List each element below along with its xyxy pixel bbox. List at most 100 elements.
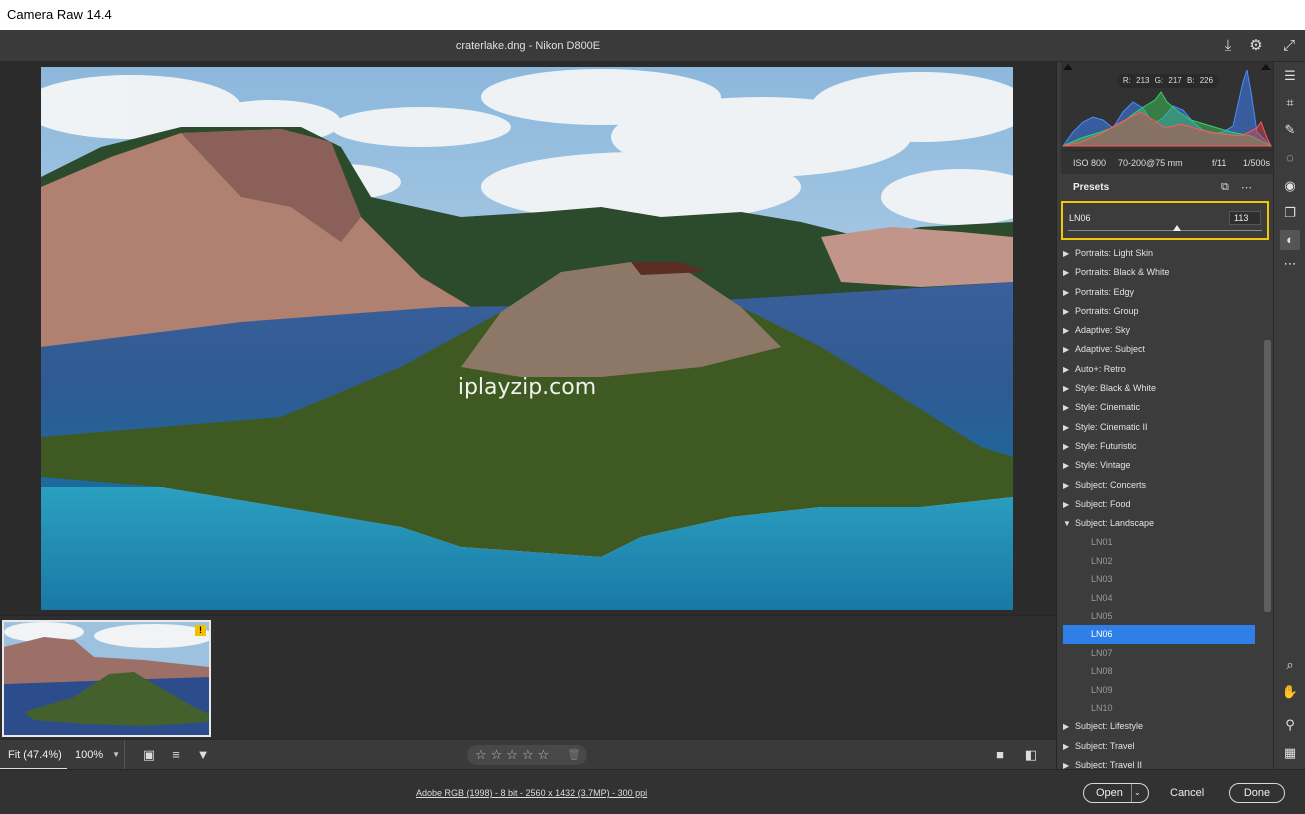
preset-group-label: Adaptive: Sky xyxy=(1075,325,1131,336)
preset-item[interactable]: LN05 xyxy=(1057,607,1261,625)
open-button[interactable]: Open ⌄ xyxy=(1083,783,1149,803)
chevron-down-icon[interactable]: ⌄ xyxy=(1134,784,1141,802)
trash-icon[interactable]: 🗑 xyxy=(567,745,581,765)
preset-group-label: Style: Vintage xyxy=(1075,460,1131,471)
amount-slider-handle[interactable] xyxy=(1172,225,1181,231)
preset-group-label: Style: Futuristic xyxy=(1075,440,1137,451)
preset-amount-control: LN06 113 xyxy=(1061,201,1269,240)
amount-slider-track[interactable] xyxy=(1068,230,1262,231)
preset-group[interactable]: ▶ Auto+: Retro xyxy=(1057,360,1261,379)
image-canvas[interactable]: iplayzip.com xyxy=(0,62,1056,615)
single-view-icon[interactable]: ■ xyxy=(990,746,1010,764)
white-balance-icon[interactable]: ⚲ xyxy=(1280,715,1300,735)
star-rating[interactable]: ☆☆☆☆☆ 🗑 xyxy=(467,745,587,765)
preset-item[interactable]: LN06 xyxy=(1063,625,1255,644)
zoom-level-select[interactable]: 100% ▼ xyxy=(67,740,125,770)
red-eye-icon[interactable]: ◉ xyxy=(1280,176,1300,196)
new-preset-icon[interactable]: ⧉ xyxy=(1221,181,1229,194)
more-options-icon[interactable]: ⋯ xyxy=(1241,181,1252,194)
preset-group[interactable]: ▶ Style: Futuristic xyxy=(1057,437,1261,456)
rating-stars[interactable]: ☆☆☆☆☆ xyxy=(475,747,553,762)
preset-group[interactable]: ▶ Style: Black & White xyxy=(1057,379,1261,398)
fullscreen-icon[interactable]: ⤢ xyxy=(1280,37,1298,55)
zoom-tool-icon[interactable]: ⌕ xyxy=(1280,655,1300,675)
header-bar: craterlake.dng - Nikon D800E ⤓ ⚙ ⤢ xyxy=(0,30,1305,62)
preset-group[interactable]: ▼ Subject: Landscape xyxy=(1057,514,1261,533)
preset-item[interactable]: LN10 xyxy=(1057,699,1261,717)
expand-right-icon[interactable]: ▶ xyxy=(1063,437,1069,456)
preset-group[interactable]: ▶ Subject: Food xyxy=(1057,495,1261,514)
presets-header: Presets ⧉ ⋯ xyxy=(1057,176,1274,200)
fit-zoom-button[interactable]: Fit (47.4%) xyxy=(0,740,67,770)
presets-title: Presets xyxy=(1073,182,1110,193)
expand-right-icon[interactable]: ▶ xyxy=(1063,263,1069,282)
photo-preview[interactable]: iplayzip.com xyxy=(41,67,1013,610)
expand-right-icon[interactable]: ▶ xyxy=(1063,321,1069,340)
preset-group[interactable]: ▶ Portraits: Black & White xyxy=(1057,263,1261,282)
preset-group-label: Portraits: Light Skin xyxy=(1075,248,1154,258)
histogram[interactable]: R: 213 G: 217 B: 226 xyxy=(1061,62,1274,150)
preset-item[interactable]: LN09 xyxy=(1057,681,1261,699)
cancel-button[interactable]: Cancel xyxy=(1170,783,1204,803)
scrollbar-thumb[interactable] xyxy=(1264,340,1271,612)
expand-right-icon[interactable]: ▶ xyxy=(1063,456,1069,475)
preset-group[interactable]: ▶ Portraits: Group xyxy=(1057,302,1261,321)
preset-group-label: Auto+: Retro xyxy=(1075,363,1126,374)
preset-group[interactable]: ▶ Adaptive: Subject xyxy=(1057,340,1261,359)
expand-right-icon[interactable]: ▶ xyxy=(1063,244,1069,263)
preset-item[interactable]: LN07 xyxy=(1057,644,1261,662)
preset-group[interactable]: ▶ Portraits: Edgy xyxy=(1057,283,1261,302)
expand-right-icon[interactable]: ▶ xyxy=(1063,476,1069,495)
preset-item[interactable]: LN08 xyxy=(1057,662,1261,680)
sort-icon[interactable]: ≡ xyxy=(166,746,186,764)
expand-right-icon[interactable]: ▶ xyxy=(1063,495,1069,514)
preset-item[interactable]: LN03 xyxy=(1057,570,1261,588)
done-button[interactable]: Done xyxy=(1229,783,1285,803)
expand-right-icon[interactable]: ▶ xyxy=(1063,717,1069,736)
expand-right-icon[interactable]: ▶ xyxy=(1063,737,1069,756)
crop-icon[interactable]: ⌗ xyxy=(1280,93,1300,113)
watermark-text: iplayzip.com xyxy=(457,375,597,400)
expand-right-icon[interactable]: ▶ xyxy=(1063,418,1069,437)
expand-right-icon[interactable]: ▶ xyxy=(1063,340,1069,359)
more-tools-icon[interactable]: ⋯ xyxy=(1280,254,1300,274)
expand-right-icon[interactable]: ▶ xyxy=(1063,283,1069,302)
presets-icon[interactable]: ◐ xyxy=(1280,230,1300,250)
expand-right-icon[interactable]: ▶ xyxy=(1063,756,1069,769)
expand-right-icon[interactable]: ▶ xyxy=(1063,379,1069,398)
preset-item[interactable]: LN02 xyxy=(1057,552,1261,570)
expand-right-icon[interactable]: ▶ xyxy=(1063,398,1069,417)
preset-group[interactable]: ▶ Style: Vintage xyxy=(1057,456,1261,475)
preset-group[interactable]: ▶ Subject: Lifestyle xyxy=(1057,717,1261,736)
filmstrip-thumbnail[interactable]: ! xyxy=(2,620,211,737)
workflow-options-link[interactable]: Adobe RGB (1998) - 8 bit - 2560 x 1432 (… xyxy=(416,788,647,798)
camera-info: ISO 800 70-200@75 mm f/11 1/500s xyxy=(1061,150,1274,174)
preset-group[interactable]: ▶ Subject: Concerts xyxy=(1057,476,1261,495)
preset-group[interactable]: ▶ Subject: Travel xyxy=(1057,737,1261,756)
expand-right-icon[interactable]: ▶ xyxy=(1063,302,1069,321)
preset-item[interactable]: LN04 xyxy=(1057,589,1261,607)
preset-group[interactable]: ▶ Subject: Travel II xyxy=(1057,756,1261,769)
filmstrip: ! xyxy=(0,615,1056,739)
preset-group-label: Style: Black & White xyxy=(1075,383,1157,394)
edit-sliders-icon[interactable]: ☰ xyxy=(1280,66,1300,86)
expand-right-icon[interactable]: ▶ xyxy=(1063,360,1069,379)
healing-brush-icon[interactable]: ✎ xyxy=(1280,120,1300,140)
preset-group[interactable]: ▶ Style: Cinematic xyxy=(1057,398,1261,417)
view-toolbar: Fit (47.4%) 100% ▼ ▣ ≡ ▼ ☆☆☆☆☆ 🗑 ■ ◧ xyxy=(0,739,1056,770)
filter-icon[interactable]: ▼ xyxy=(193,746,213,764)
preset-group[interactable]: ▶ Adaptive: Sky xyxy=(1057,321,1261,340)
preset-group[interactable]: ▶ Style: Cinematic II xyxy=(1057,418,1261,437)
save-icon[interactable]: ⤓ xyxy=(1219,37,1237,55)
filmstrip-view-icon[interactable]: ▣ xyxy=(139,746,159,764)
before-after-icon[interactable]: ◧ xyxy=(1021,746,1041,764)
preset-item[interactable]: LN01 xyxy=(1057,533,1261,551)
grid-overlay-icon[interactable]: ▦ xyxy=(1280,743,1300,763)
expand-down-icon[interactable]: ▼ xyxy=(1063,514,1071,533)
gear-icon[interactable]: ⚙ xyxy=(1247,37,1265,55)
preset-amount-input[interactable]: 113 xyxy=(1229,211,1261,225)
hand-tool-icon[interactable]: ✋ xyxy=(1280,682,1300,702)
preset-group[interactable]: ▶ Portraits: Light Skin xyxy=(1057,244,1261,263)
masking-icon[interactable]: ◌ xyxy=(1280,148,1300,168)
snapshots-icon[interactable]: ❐ xyxy=(1280,203,1300,223)
